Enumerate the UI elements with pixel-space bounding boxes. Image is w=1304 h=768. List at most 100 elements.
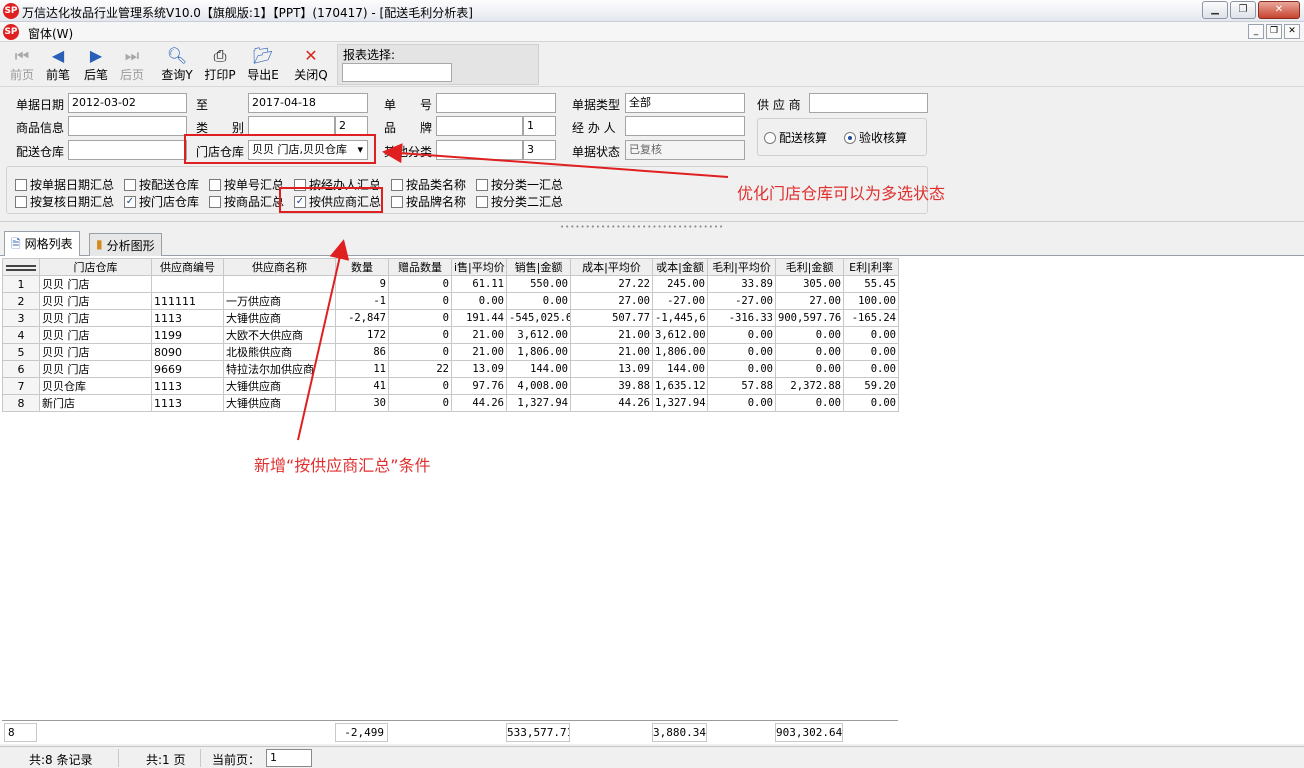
col-header[interactable]: 戓本|金额: [652, 258, 708, 276]
mdi-logo-icon: SP: [3, 24, 19, 40]
table-cell: 100.00: [843, 292, 899, 310]
mdi-restore-button[interactable]: ❐: [1266, 24, 1282, 39]
table-cell: -545,025.6: [506, 309, 571, 327]
cb-by-doc-date[interactable]: 按单据日期汇总: [15, 176, 114, 193]
doc-status-input[interactable]: 已复核: [625, 140, 745, 160]
current-page-input[interactable]: 1: [266, 749, 312, 767]
brand-level-input[interactable]: 1: [523, 116, 556, 136]
table-row[interactable]: 8 新门店 1113 大锤供应商 30 0 44.26 1,327.94 44.26 1,327.…: [2, 394, 899, 412]
tab-grid-list[interactable]: 🗎 网格列表: [4, 231, 80, 257]
cb-by-class1[interactable]: 按分类一汇总: [476, 176, 563, 193]
cb-by-store-warehouse[interactable]: ✓ 按门店仓库: [124, 193, 199, 210]
dist-warehouse-input[interactable]: [68, 140, 187, 160]
other-category-input[interactable]: [436, 140, 523, 160]
table-cell: 大锤供应商: [223, 394, 336, 412]
checkbox: [209, 195, 221, 208]
supplier-label: 供 应 商: [757, 98, 801, 112]
report-select-input[interactable]: [342, 63, 452, 82]
category-level-input[interactable]: 2: [335, 116, 368, 136]
table-row[interactable]: 1 贝贝 门店 9 0 61.11 550.00 27.22 245.00 33.89 305.0…: [2, 275, 899, 293]
cb-by-category-name[interactable]: 按品类名称: [391, 176, 466, 193]
col-header[interactable]: 门店仓库: [39, 258, 152, 276]
prev-record-button[interactable]: ◀ 前笔: [38, 46, 78, 83]
minimize-button[interactable]: ▁: [1202, 1, 1228, 19]
panel-splitter[interactable]: ••••••••••••••••••••••••••••••••: [0, 222, 1304, 231]
cb-by-doc-no[interactable]: 按单号汇总: [209, 176, 284, 193]
other-category-level-input[interactable]: 3: [523, 140, 556, 160]
cb-by-review-date[interactable]: 按复核日期汇总: [15, 193, 114, 210]
radio-distribution-accounting[interactable]: 配送核算: [764, 129, 827, 146]
mdi-minimize-button[interactable]: _: [1248, 24, 1264, 39]
brand-input[interactable]: [436, 116, 523, 136]
col-header[interactable]: 供应商编号: [151, 258, 224, 276]
next-record-button[interactable]: ▶ 后笔: [76, 46, 116, 83]
table-cell: 贝贝 门店: [39, 275, 152, 293]
table-cell: [223, 275, 336, 293]
table-cell: 0: [388, 377, 452, 395]
radio-receiving-accounting[interactable]: 验收核算: [844, 129, 907, 146]
doc-status-label: 单据状态: [572, 145, 621, 159]
table-cell: 0.00: [775, 394, 844, 412]
date-to-input[interactable]: 2017-04-18: [248, 93, 368, 113]
table-cell: 贝贝仓库: [39, 377, 152, 395]
table-row[interactable]: 6 贝贝 门店 9669 特拉法尔加供应商 11 22 13.09 144.00 13.09 14…: [2, 360, 899, 378]
table-cell: 0.00: [775, 343, 844, 361]
doc-no-input[interactable]: [436, 93, 556, 113]
col-header[interactable]: i售|平均价: [451, 258, 507, 276]
col-header[interactable]: E利|利率: [843, 258, 899, 276]
table-cell: 一万供应商: [223, 292, 336, 310]
last-icon: ⏭: [124, 46, 140, 65]
record-count: 共:8 条记录: [29, 753, 93, 767]
table-row[interactable]: 2 贝贝 门店 111111 一万供应商 -1 0 0.00 0.00 27.00 -27.00-…: [2, 292, 899, 310]
table-cell: 21.00: [570, 343, 653, 361]
mdi-close-button[interactable]: ✕: [1284, 24, 1300, 39]
window-title: 万信达化妆品行业管理系统V10.0【旗舰版:1】【PPT】(170417) - …: [22, 6, 473, 20]
total-profit-amount: 903,302.64: [775, 723, 843, 742]
cb-by-dist-warehouse[interactable]: 按配送仓库: [124, 176, 199, 193]
supplier-input[interactable]: [809, 93, 928, 113]
category-input[interactable]: [248, 116, 335, 136]
handler-input[interactable]: [625, 116, 745, 136]
table-row[interactable]: 3 贝贝 门店 1113 大锤供应商 -2,847 0 191.44 -545,025.6 50…: [2, 309, 899, 327]
total-cost-amount: 3,880.34: [652, 723, 707, 742]
cb-by-class2[interactable]: 按分类二汇总: [476, 193, 563, 210]
checkbox: [15, 178, 27, 191]
table-row[interactable]: 4 贝贝 门店 1199 大欧不大供应商 172 0 21.00 3,612.00 21.00 3…: [2, 326, 899, 344]
export-button[interactable]: 📂︎ 导出E: [243, 46, 283, 83]
doc-type-select[interactable]: 全部: [625, 93, 745, 113]
table-cell: 13.09: [570, 360, 653, 378]
col-header[interactable]: 毛利|金额: [775, 258, 844, 276]
close-button[interactable]: ✕ 关闭Q: [291, 46, 331, 83]
cb-by-goods[interactable]: 按商品汇总: [209, 193, 284, 210]
report-select-group: 报表选择:: [337, 44, 539, 85]
col-header[interactable]: 成本|平均价: [570, 258, 653, 276]
row-header-icon: [2, 258, 40, 276]
col-header[interactable]: 赠品数量: [388, 258, 452, 276]
tab-analysis-chart[interactable]: ▮ 分析图形: [89, 233, 162, 256]
table-row[interactable]: 5 贝贝 门店 8090 北极熊供应商 86 0 21.00 1,806.00 21.00 1,8…: [2, 343, 899, 361]
cb-by-brand-name[interactable]: 按品牌名称: [391, 193, 466, 210]
table-cell: 0.00: [506, 292, 571, 310]
table-cell: 172: [335, 326, 389, 344]
query-button[interactable]: 🔍︎ 查询Y: [157, 46, 197, 83]
table-cell: 1,806.00: [652, 343, 708, 361]
menu-window[interactable]: 窗体(W): [28, 25, 73, 42]
close-window-button[interactable]: ✕: [1258, 1, 1300, 19]
maximize-button[interactable]: ❐: [1230, 1, 1256, 19]
goods-input[interactable]: [68, 116, 187, 136]
first-page-button[interactable]: ⏮ 前页: [2, 46, 42, 83]
table-cell: 0.00: [707, 326, 776, 344]
col-header[interactable]: 数量: [335, 258, 389, 276]
annotation-note-supplier-summary: 新增“按供应商汇总”条件: [254, 456, 431, 475]
col-header[interactable]: 销售|金额: [506, 258, 571, 276]
col-header[interactable]: 供应商名称: [223, 258, 336, 276]
checkbox: [209, 178, 221, 191]
table-cell: 44.26: [451, 394, 507, 412]
table-row[interactable]: 7 贝贝仓库 1113 大锤供应商 41 0 97.76 4,008.00 39.88 1,635…: [2, 377, 899, 395]
last-page-button[interactable]: ⏭ 后页: [112, 46, 152, 83]
date-from-input[interactable]: 2012-03-02: [68, 93, 187, 113]
table-cell: 0.00: [707, 394, 776, 412]
table-cell: 9669: [151, 360, 224, 378]
print-button[interactable]: ⎙ 打印P: [200, 46, 240, 83]
col-header[interactable]: 毛利|平均价: [707, 258, 776, 276]
